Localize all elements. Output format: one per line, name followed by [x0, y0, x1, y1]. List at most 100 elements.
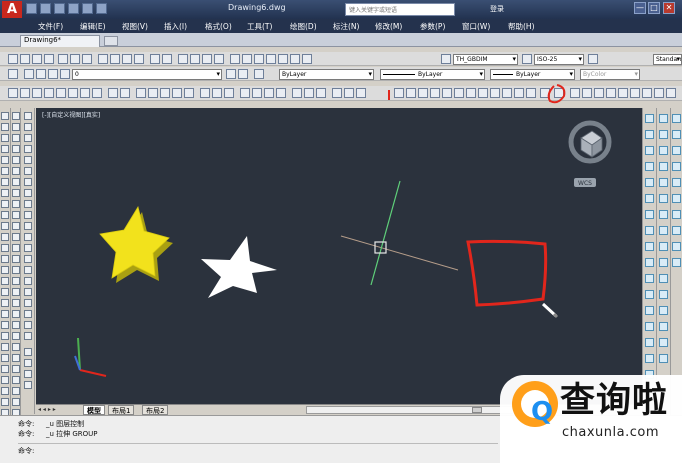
make-block-icon[interactable]	[1, 244, 9, 252]
design-center-icon[interactable]	[242, 54, 252, 64]
clean-icon[interactable]	[12, 398, 20, 406]
spline-icon[interactable]	[1, 200, 9, 208]
circle-icon[interactable]	[1, 178, 9, 186]
edit-hatch-icon[interactable]	[12, 266, 20, 274]
new-icon[interactable]	[26, 3, 37, 14]
tab-layout1[interactable]: 布局1	[108, 405, 135, 415]
visual-styles-manager-icon[interactable]	[659, 322, 668, 331]
pan-icon[interactable]	[178, 54, 188, 64]
help-search-input[interactable]: 键入关键字或短语	[345, 3, 455, 16]
view-ne-iso-icon[interactable]	[645, 242, 654, 251]
table-icon[interactable]	[1, 299, 9, 307]
chamfer-icon[interactable]	[12, 167, 20, 175]
menu-format[interactable]: 格式(O)	[205, 21, 232, 32]
text-a-icon[interactable]	[24, 348, 32, 356]
move-icon[interactable]	[1, 387, 9, 395]
match-properties-icon[interactable]	[134, 54, 144, 64]
viewcube[interactable]	[568, 120, 612, 164]
tolerance-icon[interactable]	[24, 255, 32, 263]
shell-icon[interactable]	[12, 376, 20, 384]
field-icon[interactable]	[672, 258, 681, 267]
line-icon[interactable]	[1, 112, 9, 120]
layer-previous-icon[interactable]	[238, 69, 248, 79]
jogged-icon[interactable]	[24, 167, 32, 175]
cut-icon[interactable]	[98, 54, 108, 64]
point-icon[interactable]	[1, 255, 9, 263]
save-icon[interactable]	[54, 3, 65, 14]
polyline-icon[interactable]	[1, 134, 9, 142]
named-style-select[interactable]: Standard	[653, 54, 682, 65]
add-selected-icon[interactable]	[1, 321, 9, 329]
text-a4-icon[interactable]	[24, 381, 32, 389]
star-white[interactable]	[201, 236, 277, 298]
join-icon[interactable]	[12, 156, 20, 164]
open-icon[interactable]	[32, 54, 42, 64]
polygon-icon[interactable]	[1, 145, 9, 153]
copy-icon[interactable]	[110, 54, 120, 64]
view-bottom-icon[interactable]	[645, 130, 654, 139]
markup-icon[interactable]	[278, 54, 288, 64]
view-front-icon[interactable]	[645, 178, 654, 187]
zoom-in-icon[interactable]	[645, 306, 654, 315]
publish-icon[interactable]	[82, 54, 92, 64]
center-mark-icon[interactable]	[24, 266, 32, 274]
make-current-layer-icon[interactable]	[226, 69, 236, 79]
hatch-icon[interactable]	[1, 266, 9, 274]
command-input[interactable]: 命令:	[18, 443, 498, 456]
edit-spline-icon[interactable]	[12, 255, 20, 263]
menu-file[interactable]: 文件(F)	[38, 21, 63, 32]
dimension-space-icon[interactable]	[24, 233, 32, 241]
dimension-break-icon[interactable]	[24, 244, 32, 252]
zoom-window-icon[interactable]	[202, 54, 212, 64]
baseline-icon[interactable]	[24, 211, 32, 219]
chamfer-edge-icon[interactable]	[12, 321, 20, 329]
layer-states-icon[interactable]	[254, 69, 264, 79]
named-views-icon[interactable]	[645, 290, 654, 299]
offset-icon[interactable]	[1, 365, 9, 373]
model-space-viewport[interactable]: [-][自定义视图][真实] WCS	[36, 108, 642, 404]
construction-line-icon[interactable]	[1, 123, 9, 131]
tab-model[interactable]: 模型	[83, 405, 105, 415]
camera-view-icon[interactable]	[645, 274, 654, 283]
menu-parametric[interactable]: 参数(P)	[420, 21, 445, 32]
stretch-icon[interactable]	[12, 112, 20, 120]
conceptual-icon[interactable]	[659, 306, 668, 315]
solid-edit-icon[interactable]	[12, 299, 20, 307]
separate-icon[interactable]	[12, 387, 20, 395]
linear-dimension-icon[interactable]	[24, 112, 32, 120]
lengthen-icon[interactable]	[12, 200, 20, 208]
zoom-all-icon[interactable]	[645, 338, 654, 347]
align-icon[interactable]	[12, 233, 20, 241]
menu-draw[interactable]: 绘图(D)	[290, 21, 317, 32]
adjust-distance-icon[interactable]	[659, 162, 668, 171]
locate-point-icon[interactable]	[672, 178, 681, 187]
region-mass-icon[interactable]	[672, 146, 681, 155]
fly-mode-icon[interactable]	[659, 210, 668, 219]
menu-window[interactable]: 窗口(W)	[462, 21, 490, 32]
zoom-extents-icon[interactable]	[645, 354, 654, 363]
ordinate-icon[interactable]	[24, 145, 32, 153]
open-icon[interactable]	[40, 3, 51, 14]
slice-icon[interactable]	[12, 332, 20, 340]
gradient-icon[interactable]	[1, 277, 9, 285]
swivel-icon[interactable]	[659, 178, 668, 187]
text-style-select[interactable]: TH_GBDIM	[453, 54, 518, 65]
maximize-button[interactable]: □	[648, 2, 660, 14]
redo-icon[interactable]	[162, 54, 172, 64]
inspection-icon[interactable]	[24, 277, 32, 285]
render-region-icon[interactable]	[659, 338, 668, 347]
scrollbar-thumb[interactable]	[472, 407, 482, 413]
orbit-free-icon[interactable]	[659, 130, 668, 139]
explode-icon[interactable]	[12, 189, 20, 197]
view-sw-iso-icon[interactable]	[645, 210, 654, 219]
dimension-style-icon[interactable]	[24, 332, 32, 340]
ellipse-icon[interactable]	[1, 211, 9, 219]
undo-icon[interactable]	[150, 54, 160, 64]
rectangle-red[interactable]	[466, 239, 548, 307]
rotate-icon[interactable]	[1, 398, 9, 406]
color-select[interactable]: ByLayer	[279, 69, 374, 80]
fillet-icon[interactable]	[12, 178, 20, 186]
zoom-3d-icon[interactable]	[659, 226, 668, 235]
inquiry-distance-icon[interactable]	[672, 114, 681, 123]
horizontal-scrollbar[interactable]	[306, 406, 531, 414]
